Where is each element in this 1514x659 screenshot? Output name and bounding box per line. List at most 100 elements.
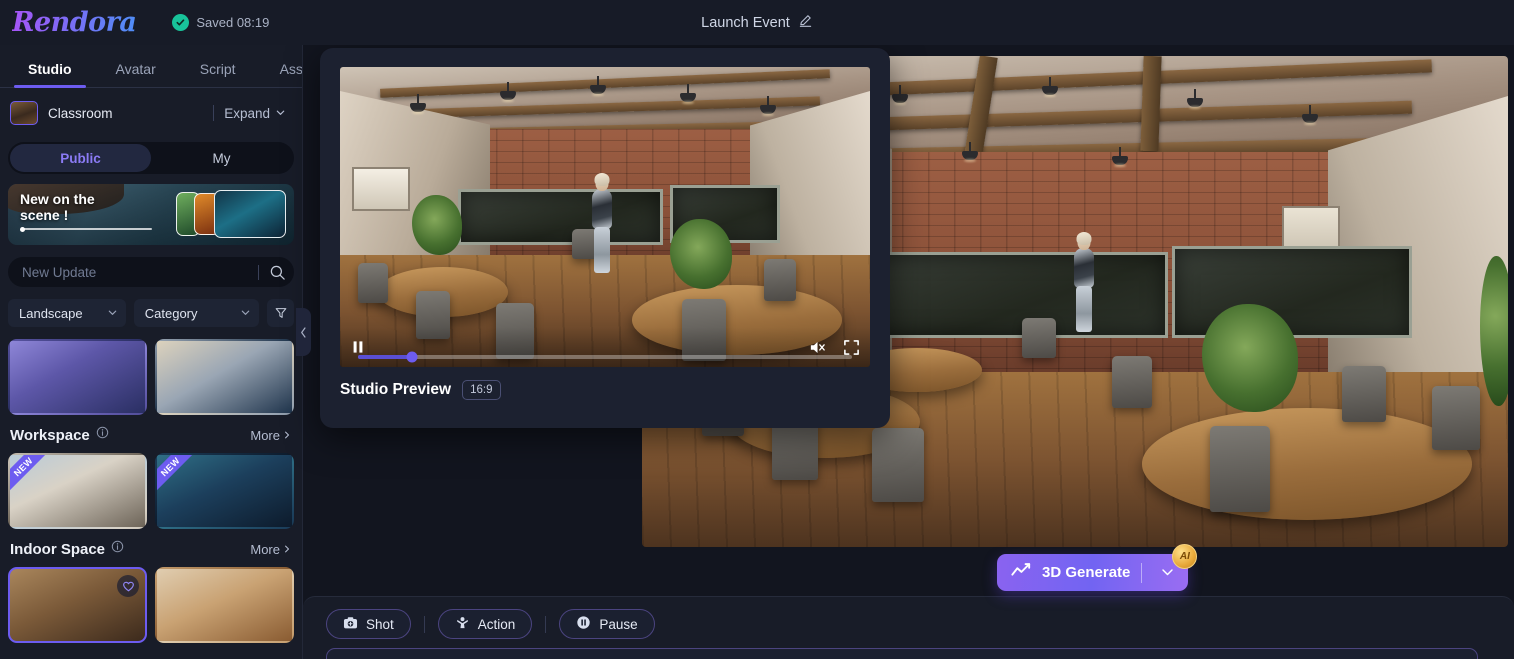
person-raise-icon <box>455 615 470 633</box>
chair <box>764 259 796 301</box>
pause-label: Pause <box>599 616 638 632</box>
section-title: Workspace <box>10 426 90 444</box>
divider <box>213 105 215 121</box>
chevron-down-icon[interactable] <box>1153 568 1182 577</box>
tab-studio[interactable]: Studio <box>6 61 94 88</box>
expand-button[interactable]: Expand <box>224 106 292 121</box>
banner-line-1: New on the <box>20 191 95 207</box>
landscape-select-label: Landscape <box>19 305 83 321</box>
action-button[interactable]: Action <box>437 609 533 639</box>
new-badge: NEW <box>10 455 49 492</box>
more-link-workspace[interactable]: More <box>250 428 292 443</box>
favorite-heart-icon[interactable] <box>117 575 139 597</box>
search-icon[interactable] <box>267 262 288 283</box>
visibility-toggle: Public My <box>8 142 294 174</box>
scene-card[interactable]: NEW <box>155 453 294 529</box>
divider <box>545 615 547 633</box>
expand-label: Expand <box>224 105 270 121</box>
scene-card[interactable]: NEW <box>8 453 147 529</box>
main-stage: Studio Preview 16:9 3D Generate AI Shot … <box>303 45 1514 659</box>
avatar-body <box>592 189 612 229</box>
scene-thumbnail[interactable] <box>10 101 38 125</box>
aspect-ratio-badge: 16:9 <box>462 380 501 400</box>
app-header: Rendora Saved 08:19 Launch Event <box>0 0 1514 45</box>
section-title: Indoor Space <box>10 540 106 558</box>
more-link-indoor-space[interactable]: More <box>250 542 292 557</box>
section-header-indoor-space: Indoor Space More <box>10 540 292 558</box>
plant <box>412 195 462 255</box>
scene-card[interactable] <box>155 339 294 415</box>
brand-logo[interactable]: Rendora <box>12 7 137 38</box>
preview-video[interactable] <box>340 67 870 367</box>
save-status: Saved 08:19 <box>172 14 269 31</box>
tab-script[interactable]: Script <box>178 61 258 87</box>
chair <box>358 263 388 303</box>
search-row <box>8 257 294 287</box>
category-select-label: Category <box>144 305 198 321</box>
avatar-legs <box>1076 286 1092 332</box>
chair <box>1112 356 1152 408</box>
studio-preview-panel: Studio Preview 16:9 <box>320 48 890 428</box>
pause-icon[interactable] <box>350 339 366 355</box>
scene-name: Classroom <box>48 105 113 121</box>
category-select[interactable]: Category <box>133 299 260 327</box>
banner-title: New on the scene ! <box>20 191 160 223</box>
scene-card[interactable] <box>8 339 147 415</box>
indoor-card-grid: NEW NEW <box>8 453 294 529</box>
banner-thumbnails <box>176 190 286 238</box>
pause-circle-icon <box>576 615 591 633</box>
trend-line-icon <box>1011 563 1031 582</box>
selected-card-grid <box>8 567 294 643</box>
promo-banner[interactable]: New on the scene ! <box>8 184 294 245</box>
chevron-down-icon <box>240 306 251 321</box>
new-badge: NEW <box>157 455 196 492</box>
segment-public[interactable]: Public <box>10 144 151 172</box>
tab-asset[interactable]: Asset <box>258 61 302 87</box>
video-progress-bar[interactable] <box>358 351 852 363</box>
landscape-select[interactable]: Landscape <box>8 299 126 327</box>
search-box <box>8 257 294 287</box>
segment-my[interactable]: My <box>151 144 292 172</box>
chalkboard <box>458 189 663 245</box>
progress-knob[interactable] <box>406 351 418 363</box>
left-sidebar: Studio Avatar Script Asset Classroom Exp… <box>0 45 303 659</box>
speaker-muted-icon[interactable] <box>808 338 827 357</box>
camera-icon <box>343 616 358 633</box>
ceiling-beam <box>1140 56 1162 152</box>
banner-thumb-1 <box>214 190 286 238</box>
avatar-body <box>1074 248 1094 288</box>
action-label: Action <box>477 616 516 632</box>
chalkboard <box>1172 246 1412 338</box>
tab-avatar[interactable]: Avatar <box>94 61 178 87</box>
bottom-toolbar: Shot Action Pause <box>303 596 1514 659</box>
script-input[interactable] <box>326 648 1478 659</box>
banner-progress <box>20 226 152 232</box>
pencil-icon[interactable] <box>798 13 813 33</box>
generate-button-group: 3D Generate AI <box>997 544 1198 591</box>
current-scene-row: Classroom Expand <box>0 92 302 134</box>
page-title: Launch Event <box>701 14 790 31</box>
scene-card-selected[interactable] <box>8 567 147 643</box>
avatar <box>588 173 616 290</box>
section-header-workspace: Workspace More <box>10 426 292 444</box>
scene-library: Workspace More NEW NEW Indoor Space More <box>0 339 302 643</box>
funnel-icon[interactable] <box>267 299 294 327</box>
preview-footer: Studio Preview 16:9 <box>340 380 501 400</box>
chair <box>1342 366 1386 422</box>
filter-row: Landscape Category <box>8 299 294 327</box>
saved-label: Saved 08:19 <box>196 15 270 30</box>
shot-button[interactable]: Shot <box>326 609 411 639</box>
workspace-card-grid <box>8 339 294 415</box>
sidebar-collapse-handle[interactable] <box>296 308 311 356</box>
video-controls <box>340 327 870 367</box>
info-icon[interactable] <box>111 540 124 558</box>
ai-badge: AI <box>1172 544 1198 569</box>
3d-generate-button[interactable]: 3D Generate <box>997 554 1189 591</box>
pause-button[interactable]: Pause <box>559 609 655 639</box>
chevron-down-icon <box>275 106 286 121</box>
scene-card[interactable] <box>155 567 294 643</box>
fullscreen-icon[interactable] <box>843 339 860 356</box>
info-icon[interactable] <box>96 426 109 444</box>
chair <box>1432 386 1480 450</box>
search-input[interactable] <box>22 264 258 280</box>
